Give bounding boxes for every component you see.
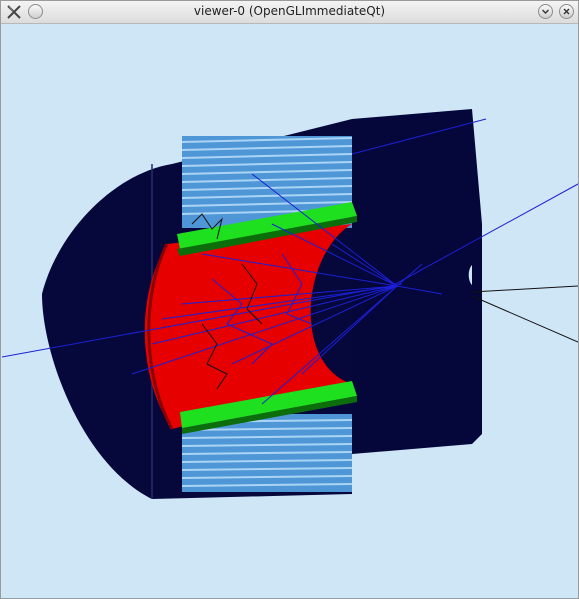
close-button[interactable] bbox=[559, 4, 574, 19]
viewer-window: viewer-0 (OpenGLImmediateQt) bbox=[0, 0, 579, 599]
minimize-button[interactable] bbox=[538, 4, 553, 19]
opengl-viewport[interactable] bbox=[2, 24, 578, 598]
window-title: viewer-0 (OpenGLImmediateQt) bbox=[193, 4, 386, 18]
close-icon bbox=[563, 8, 570, 15]
title-bar[interactable]: viewer-0 (OpenGLImmediateQt) bbox=[1, 1, 578, 24]
chevron-down-icon bbox=[542, 9, 549, 14]
detector-scene[interactable] bbox=[2, 24, 578, 598]
